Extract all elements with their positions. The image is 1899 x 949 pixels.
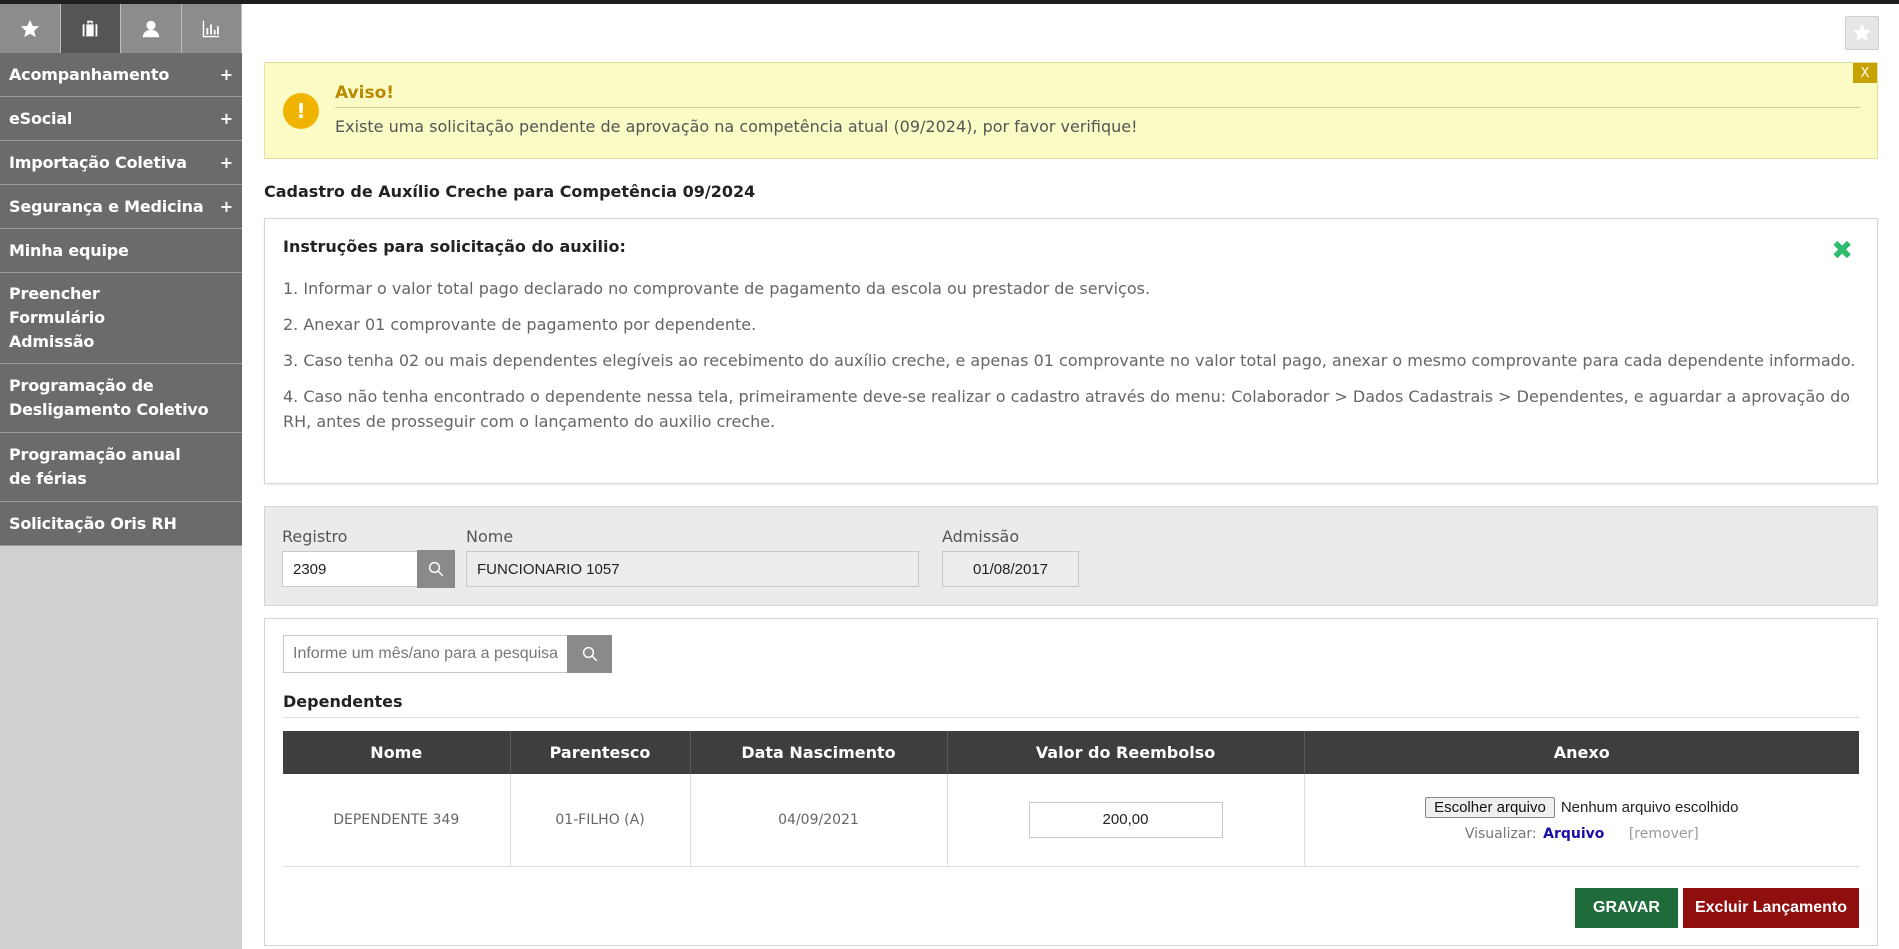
alert-title: Aviso! bbox=[335, 83, 395, 103]
registro-search-button[interactable] bbox=[417, 550, 455, 588]
expand-icon: + bbox=[219, 152, 233, 172]
column-header-valor: Valor do Reembolso bbox=[947, 731, 1305, 774]
sidebar-item-label: Programação anual de férias bbox=[9, 445, 181, 488]
file-picker: Escolher arquivo Nenhum arquivo escolhid… bbox=[1306, 797, 1859, 819]
bar-chart-icon bbox=[203, 20, 220, 37]
dependents-title: Dependentes bbox=[283, 692, 403, 711]
file-status: Nenhum arquivo escolhido bbox=[1560, 799, 1739, 817]
admissao-field: 01/08/2017 bbox=[942, 551, 1079, 587]
sidebar-item-formulario-admissao[interactable]: Preencher Formulário Admissão bbox=[0, 273, 242, 364]
column-header-nome: Nome bbox=[283, 731, 511, 774]
cell-parentesco: 01-FILHO (A) bbox=[510, 774, 691, 867]
column-header-anexo: Anexo bbox=[1304, 731, 1859, 774]
briefcase-icon bbox=[82, 20, 98, 36]
star-icon bbox=[20, 19, 39, 37]
choose-file-button[interactable]: Escolher arquivo bbox=[1425, 797, 1555, 819]
sidebar-item-desligamento-coletivo[interactable]: Programação de Desligamento Coletivo bbox=[0, 364, 242, 433]
search-icon bbox=[582, 646, 597, 662]
expand-icon: + bbox=[219, 108, 233, 128]
employee-panel: Registro 2309 Nome FUNCIONARIO 1057 Admi… bbox=[264, 506, 1878, 606]
sidebar-item-solicitacao-oris[interactable]: Solicitação Oris RH bbox=[0, 502, 242, 546]
cell-valor bbox=[947, 774, 1305, 867]
month-search-input[interactable] bbox=[283, 635, 568, 673]
column-header-nascimento: Data Nascimento bbox=[690, 731, 948, 774]
sidebar-item-ferias[interactable]: Programação anual de férias bbox=[0, 433, 242, 502]
table-header-row: Nome Parentesco Data Nascimento Valor do… bbox=[283, 731, 1859, 774]
view-label: Visualizar: bbox=[1464, 826, 1537, 843]
star-icon bbox=[1852, 23, 1872, 42]
sidebar: Acompanhamento + eSocial + Importação Co… bbox=[0, 4, 242, 949]
main-content: ! Aviso! Existe uma solicitação pendente… bbox=[242, 4, 1899, 949]
sidebar-item-importacao-coletiva[interactable]: Importação Coletiva + bbox=[0, 141, 242, 185]
sidebar-item-label: Preencher Formulário Admissão bbox=[9, 284, 105, 351]
remove-file-link[interactable]: [remover] bbox=[1629, 826, 1699, 842]
alert-close-button[interactable]: X bbox=[1853, 63, 1877, 83]
dependents-panel: Dependentes Nome Parentesco Data Nascime… bbox=[264, 618, 1878, 946]
sidebar-item-label: eSocial bbox=[9, 108, 73, 128]
table-row: DEPENDENTE 349 01-FILHO (A) 04/09/2021 E… bbox=[283, 774, 1859, 867]
sidebar-item-label: Segurança e Medicina bbox=[9, 196, 204, 216]
registro-field[interactable]: 2309 bbox=[282, 551, 418, 587]
instructions-panel: Instruções para solicitação do auxilio: … bbox=[264, 218, 1878, 484]
warning-alert: ! Aviso! Existe uma solicitação pendente… bbox=[264, 62, 1878, 159]
instruction-item: 3. Caso tenha 02 ou mais dependentes ele… bbox=[283, 351, 1856, 370]
sidebar-item-label: Programação de Desligamento Coletivo bbox=[9, 376, 209, 419]
cell-nome: DEPENDENTE 349 bbox=[283, 774, 511, 867]
sidebar-item-minha-equipe[interactable]: Minha equipe bbox=[0, 229, 242, 273]
expand-icon: + bbox=[219, 64, 233, 84]
sidebar-item-label: Solicitação Oris RH bbox=[9, 513, 177, 533]
expand-icon: + bbox=[219, 196, 233, 216]
alert-message: Existe uma solicitação pendente de aprov… bbox=[335, 117, 1138, 136]
sidebar-item-label: Acompanhamento bbox=[9, 64, 170, 84]
tab-reports[interactable] bbox=[181, 4, 242, 53]
alert-divider bbox=[335, 107, 1861, 108]
sidebar-item-label: Importação Coletiva bbox=[9, 152, 187, 172]
sidebar-item-seguranca-medicina[interactable]: Segurança e Medicina + bbox=[0, 185, 242, 229]
instruction-item: 1. Informar o valor total pago declarado… bbox=[283, 279, 1151, 298]
cell-anexo: Escolher arquivo Nenhum arquivo escolhid… bbox=[1304, 774, 1859, 867]
registro-label: Registro bbox=[282, 527, 348, 546]
instructions-title: Instruções para solicitação do auxilio: bbox=[283, 237, 626, 256]
delete-button[interactable]: Excluir Lançamento bbox=[1683, 888, 1859, 928]
sidebar-item-acompanhamento[interactable]: Acompanhamento + bbox=[0, 53, 242, 97]
save-button[interactable]: GRAVAR bbox=[1575, 888, 1678, 928]
tab-favorites[interactable] bbox=[0, 4, 61, 53]
instruction-item: 4. Caso não tenha encontrado o dependent… bbox=[283, 387, 1851, 431]
reembolso-input[interactable] bbox=[1028, 801, 1223, 838]
instruction-item: 2. Anexar 01 comprovante de pagamento po… bbox=[283, 315, 757, 334]
nome-label: Nome bbox=[466, 527, 514, 546]
view-file-link[interactable]: Arquivo bbox=[1543, 826, 1604, 842]
search-icon bbox=[428, 561, 444, 577]
tab-user[interactable] bbox=[121, 4, 182, 53]
favorite-button[interactable] bbox=[1845, 16, 1879, 50]
dependents-table: Nome Parentesco Data Nascimento Valor do… bbox=[283, 731, 1859, 867]
sidebar-tabs bbox=[0, 4, 242, 53]
tab-work[interactable] bbox=[60, 4, 121, 53]
sidebar-item-esocial[interactable]: eSocial + bbox=[0, 97, 242, 141]
divider bbox=[283, 717, 1859, 718]
file-view-row: Visualizar: Arquivo [remover] bbox=[1306, 826, 1859, 842]
close-icon[interactable]: ✖ bbox=[1831, 238, 1853, 264]
warning-icon: ! bbox=[283, 93, 319, 129]
admissao-label: Admissão bbox=[942, 527, 1020, 546]
page-title: Cadastro de Auxílio Creche para Competên… bbox=[264, 182, 756, 201]
sidebar-item-label: Minha equipe bbox=[9, 240, 129, 260]
column-header-parentesco: Parentesco bbox=[510, 731, 691, 774]
user-icon bbox=[142, 20, 159, 37]
nome-field: FUNCIONARIO 1057 bbox=[466, 551, 919, 587]
month-search-button[interactable] bbox=[567, 635, 612, 673]
cell-nascimento: 04/09/2021 bbox=[690, 774, 948, 867]
